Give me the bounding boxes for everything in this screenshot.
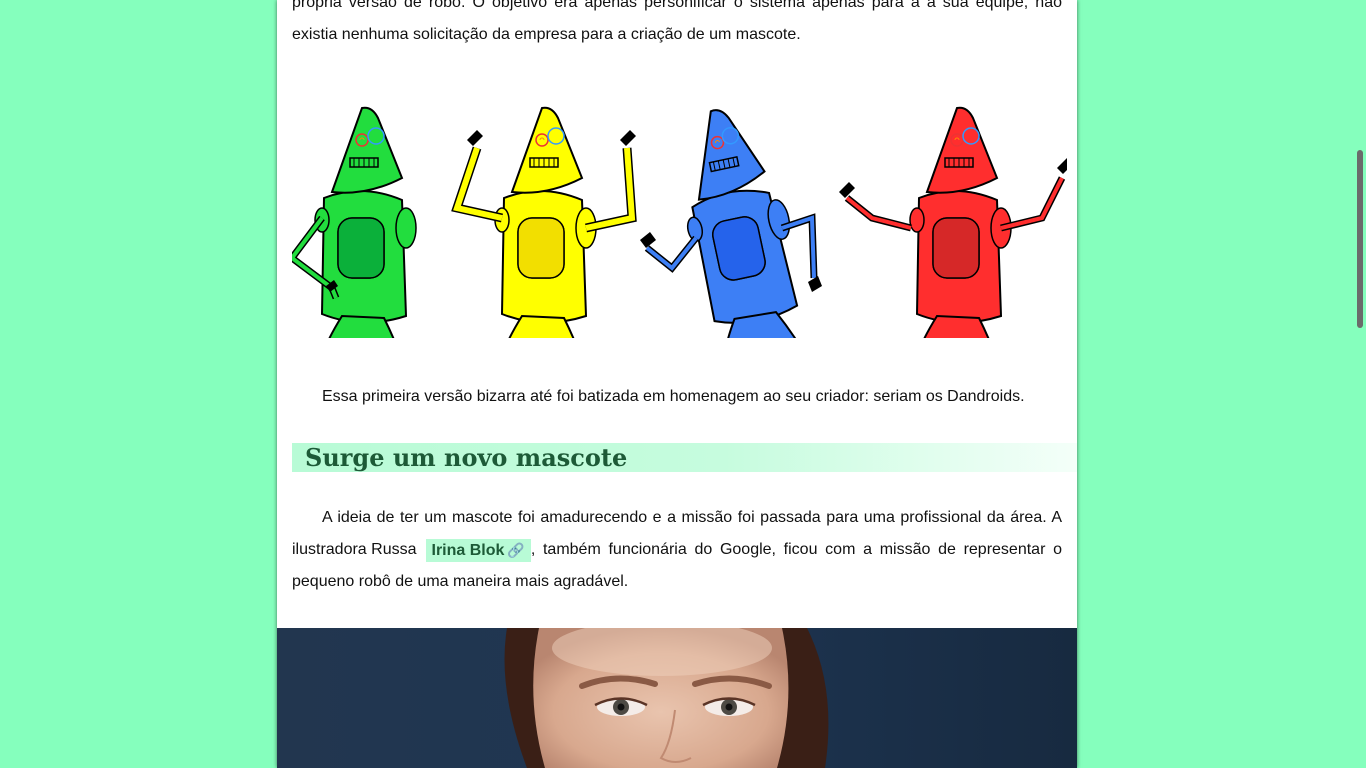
blue-robot bbox=[640, 98, 822, 338]
irina-blok-link[interactable]: Irina Blok 🔗 bbox=[425, 538, 531, 562]
section-heading: Surge um novo mascote bbox=[305, 443, 628, 472]
irina-blok-photo bbox=[277, 628, 1077, 768]
green-robot bbox=[292, 106, 417, 338]
illustration-caption: Essa primeira versão bizarra até foi bat… bbox=[322, 388, 1025, 405]
mascot-line-2: ilustradora Russa Irina Blok 🔗 , também f… bbox=[292, 534, 1062, 566]
link-icon: 🔗 bbox=[507, 541, 525, 558]
section-heading-bar: Surge um novo mascote bbox=[292, 443, 1077, 472]
scrollbar-thumb[interactable] bbox=[1357, 150, 1363, 328]
article-page: própria versão de robô. O objetivo era a… bbox=[277, 0, 1077, 768]
intro-line-2: existia nenhuma solicitação da empresa p… bbox=[292, 26, 801, 43]
mascot-line-1: A ideia de ter um mascote foi amadurecen… bbox=[322, 509, 1062, 526]
red-robot bbox=[839, 106, 1067, 338]
yellow-robot bbox=[451, 106, 637, 338]
page-scrollbar[interactable] bbox=[1354, 0, 1366, 768]
mascot-line-3: pequeno robô de uma maneira mais agradáv… bbox=[292, 573, 629, 590]
intro-line-1: própria versão de robô. O objetivo era a… bbox=[292, 0, 1062, 11]
link-label: Irina Blok bbox=[431, 541, 505, 559]
intro-paragraph: própria versão de robô. O objetivo era a… bbox=[292, 0, 1062, 51]
mascot-paragraph: A ideia de ter um mascote foi amadurecen… bbox=[292, 502, 1062, 598]
mascot-line-2-end: , também funcionária do Google, ficou co… bbox=[530, 541, 1062, 558]
dandroids-illustration bbox=[292, 98, 1067, 338]
mascot-line-2-start: ilustradora Russa bbox=[292, 541, 417, 558]
